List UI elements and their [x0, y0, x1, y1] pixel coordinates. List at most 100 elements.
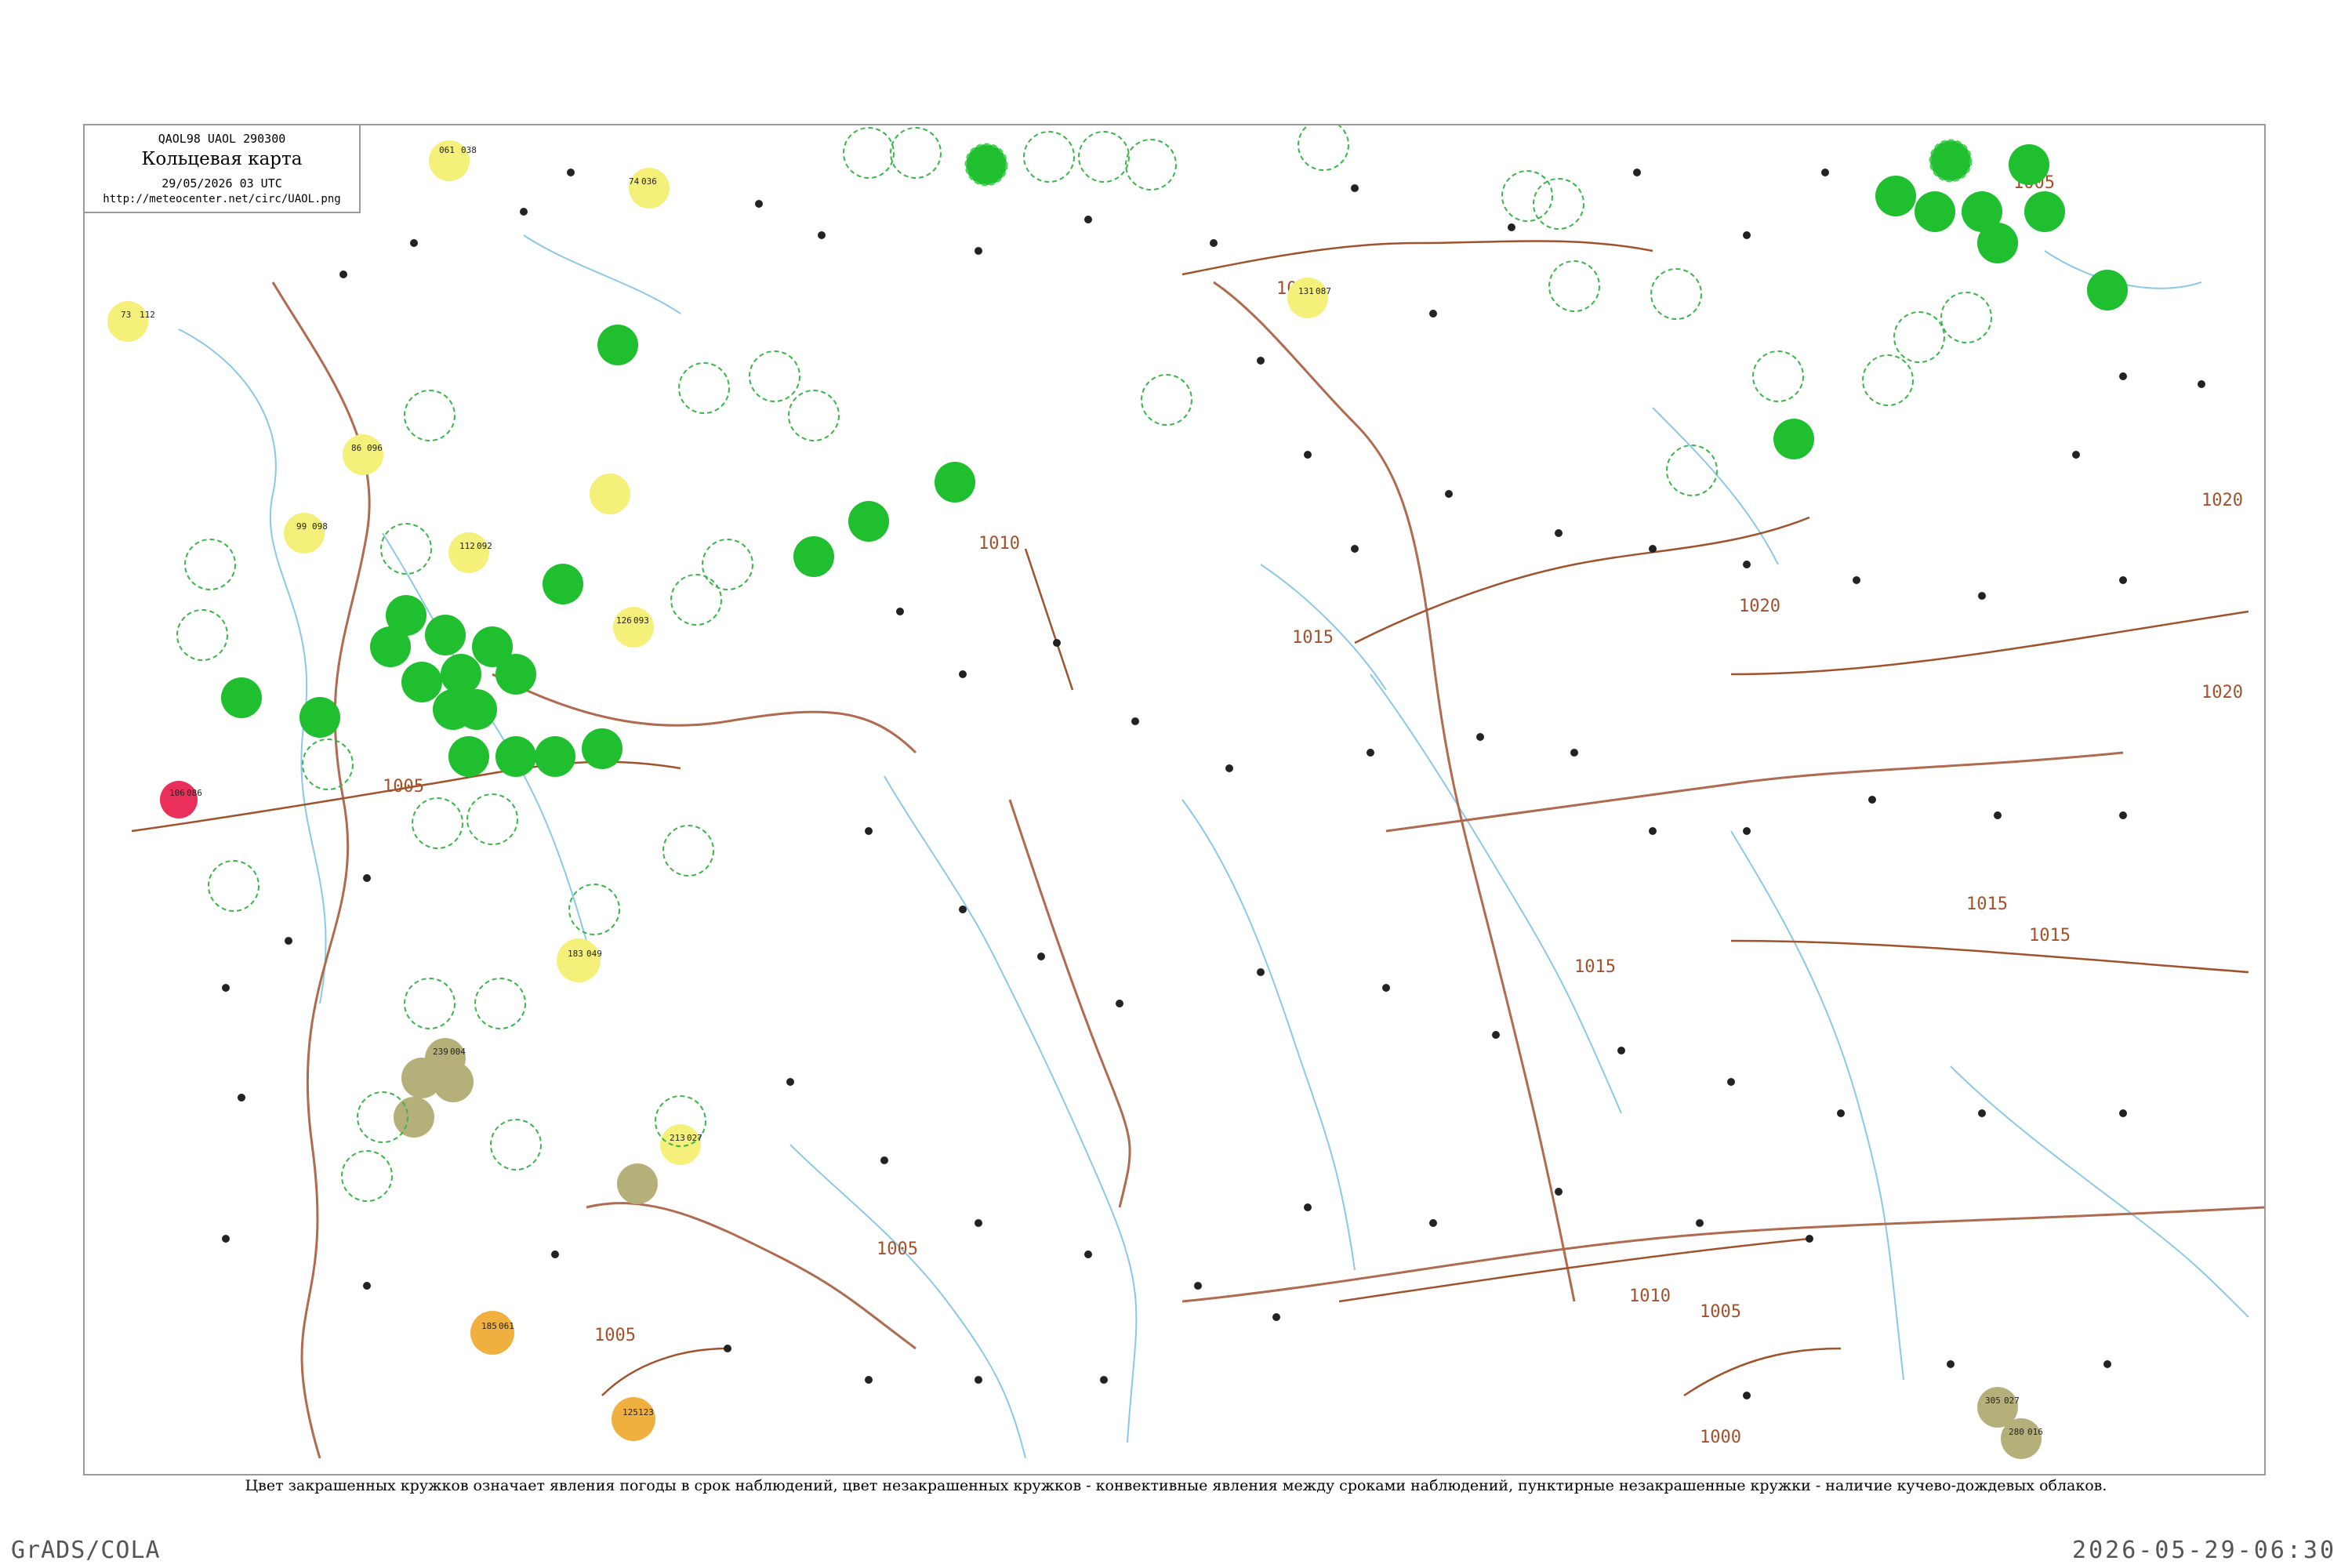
station-temp: 038 [461, 145, 477, 155]
precip-marker [1977, 223, 2018, 263]
isobar-labels: 1005 1010 1020 1020 1020 1015 1010 1005 … [383, 173, 2243, 1447]
map-caption: Цвет закрашенных кружков означает явлени… [245, 1477, 2107, 1494]
precip-marker [495, 654, 536, 695]
source-url[interactable]: http://meteocenter.net/circ/UAOL.png [85, 193, 359, 205]
haze-marker [433, 1062, 474, 1102]
station-pressure: 036 [641, 176, 657, 187]
precip-marker [793, 536, 834, 577]
fog-marker [557, 938, 601, 982]
station-pressure: 086 [187, 788, 202, 798]
station-pressure: 087 [1316, 286, 1331, 296]
isobar-label-1010b: 1010 [978, 534, 1020, 554]
haze-marker [394, 1097, 434, 1138]
isobar-label-1005c: 1005 [1700, 1302, 1741, 1322]
thunderstorm-marker [160, 781, 198, 818]
station-pressure: 093 [633, 615, 649, 626]
isobar-label-1015d: 1015 [1966, 895, 2008, 914]
haze-marker [2001, 1418, 2042, 1459]
station-pressure: 061 [439, 145, 455, 155]
precip-marker [441, 654, 481, 695]
duststorm-marker [612, 1397, 655, 1441]
precip-marker [456, 689, 497, 730]
isobar-label-1020: 1020 [2201, 491, 2243, 510]
fog-marker [590, 474, 630, 514]
map-datetime: 29/05/2026 03 UTC [162, 176, 282, 191]
precip-marker [1875, 176, 1916, 216]
footer-credit: GrADS/COLA [11, 1537, 161, 1564]
station-pressure: 061 [499, 1321, 514, 1331]
precip-marker [221, 677, 262, 718]
precip-marker [2009, 144, 2049, 185]
precip-marker [2024, 191, 2065, 232]
precip-marker [582, 728, 622, 769]
isobar-label-1010c: 1010 [1629, 1287, 1671, 1306]
station-temp: 131 [1298, 286, 1314, 296]
fog-haze-markers [107, 140, 2042, 1459]
precip-marker [535, 736, 575, 777]
fog-marker [107, 301, 148, 342]
rivers [178, 234, 2249, 1459]
station-pressure: 112 [140, 310, 155, 320]
station-temp: 73 [121, 310, 131, 320]
station-temp: 280 [2009, 1427, 2024, 1437]
station-temp: 112 [459, 541, 475, 551]
station-pressure: 027 [687, 1133, 702, 1143]
station-pressure: 049 [586, 949, 602, 959]
precip-marker [848, 501, 889, 542]
weather-map[interactable]: 1005 1010 1020 1020 1020 1015 1010 1005 … [85, 125, 2264, 1474]
station-pressure: 004 [450, 1047, 466, 1057]
station-pressure: 098 [312, 521, 328, 532]
footer-timestamp: 2026-05-29-06:30 [2072, 1537, 2336, 1564]
station-temp: 305 [1985, 1396, 2001, 1406]
precip-marker [964, 143, 1008, 187]
isobar-label-1005d: 1005 [594, 1326, 636, 1345]
station-pressure: 092 [477, 541, 492, 551]
precip-marker [299, 697, 340, 738]
fog-marker [613, 607, 654, 648]
precip-marker [543, 564, 583, 604]
precip-marker [370, 626, 411, 667]
isobar-label-1015b: 1015 [1574, 957, 1616, 977]
station-temp: 239 [433, 1047, 448, 1057]
precip-marker [495, 736, 536, 777]
station-temp: 185 [481, 1321, 497, 1331]
country-borders [271, 281, 2264, 1459]
station-temp: 126 [616, 615, 632, 626]
precipitation-markers [221, 139, 2128, 777]
isobar-label-1005b: 1005 [383, 777, 424, 797]
isobar-label-1005e: 1005 [877, 1240, 918, 1259]
station-temp: 86 [351, 443, 361, 453]
station-pressure: 096 [367, 443, 383, 453]
precip-marker [2087, 270, 2128, 310]
duststorm-marker [470, 1311, 514, 1355]
title-box: QAOL98 UAOL 290300 Кольцевая карта 29/05… [85, 125, 361, 213]
station-temp: 183 [568, 949, 583, 959]
isobar-label-1015c: 1015 [2029, 926, 2071, 946]
fog-marker [660, 1124, 701, 1165]
bulletin-code: QAOL98 UAOL 290300 [158, 132, 286, 146]
fog-marker [448, 532, 489, 573]
precip-marker [1929, 139, 1973, 183]
precip-marker [425, 615, 466, 655]
station-pressure: 027 [2004, 1396, 2020, 1406]
isobar-label-1000: 1000 [1700, 1428, 1741, 1447]
isobar-label-1015: 1015 [1292, 628, 1334, 648]
precip-marker [1773, 419, 1814, 459]
station-pressure: 123 [638, 1407, 654, 1417]
map-frame[interactable]: 1005 1010 1020 1020 1020 1015 1010 1005 … [83, 124, 2266, 1475]
isobar-label-1020c: 1020 [2201, 683, 2243, 702]
fog-marker [284, 513, 325, 554]
station-pressure: 016 [2027, 1427, 2043, 1437]
precip-marker [1915, 191, 1955, 232]
station-temp: 125 [622, 1407, 638, 1417]
precip-marker [448, 736, 489, 777]
fog-marker [1287, 278, 1328, 318]
station-temp: 106 [169, 788, 185, 798]
station-temp: 99 [296, 521, 307, 532]
isobar-label-1020b: 1020 [1739, 597, 1780, 616]
haze-marker [617, 1163, 658, 1204]
map-title: Кольцевая карта [141, 149, 303, 169]
precip-marker [597, 325, 638, 365]
station-temp: 74 [629, 176, 640, 187]
station-temp: 213 [670, 1133, 685, 1143]
